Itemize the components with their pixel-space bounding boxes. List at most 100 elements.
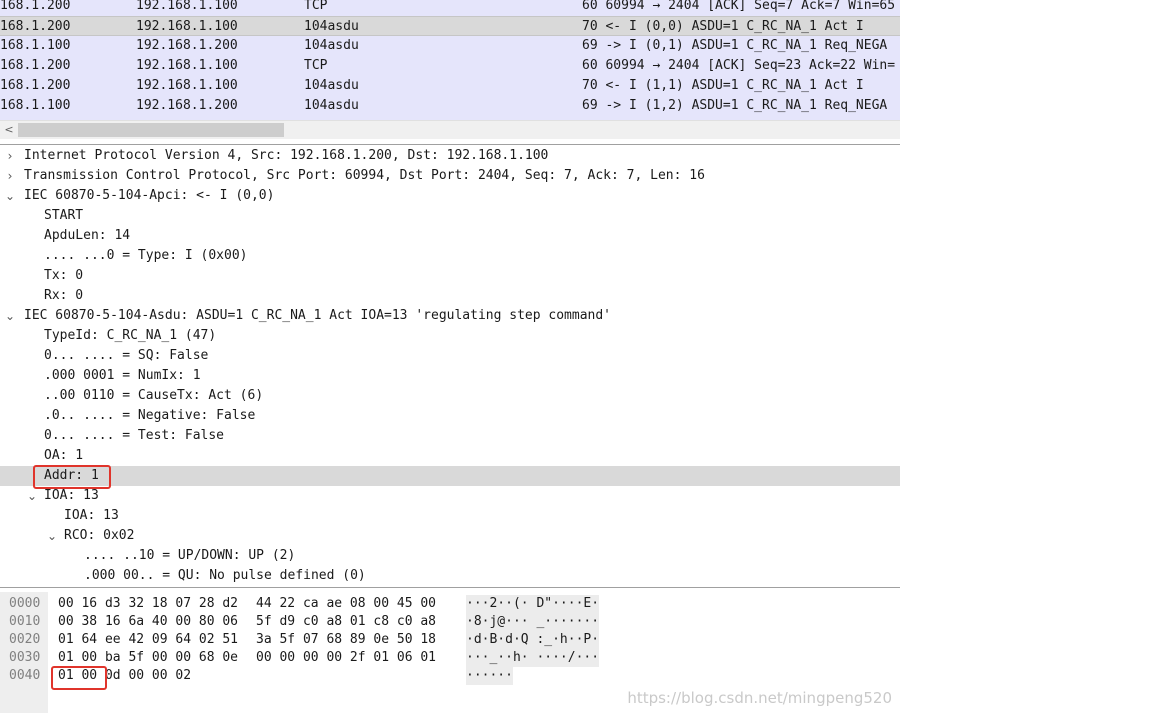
packet-row[interactable]: 168.1.100 192.168.1.200 104asdu 69 -> I … xyxy=(0,96,900,116)
byte-offset: 0000 xyxy=(9,596,41,611)
chevron-right-icon[interactable]: › xyxy=(4,166,16,186)
ascii-bytes: ······ xyxy=(466,667,513,685)
tree-row[interactable]: ApduLen: 14 xyxy=(0,226,900,246)
packet-info: 60 60994 → 2404 [ACK] Seq=23 Ack=22 Win= xyxy=(582,58,896,73)
chevron-down-icon[interactable]: ⌄ xyxy=(4,306,16,326)
scroll-left-arrow-icon[interactable]: < xyxy=(2,121,16,139)
packet-info: 69 -> I (1,2) ASDU=1 C_RC_NA_1 Req_NEGA xyxy=(582,98,888,113)
tree-row[interactable]: TypeId: C_RC_NA_1 (47) xyxy=(0,326,900,346)
scrollbar-thumb[interactable] xyxy=(18,123,284,137)
hex-bytes: 00 00 00 00 2f 01 06 01 xyxy=(256,650,437,665)
tree-row[interactable]: .... ...0 = Type: I (0x00) xyxy=(0,246,900,266)
tree-row[interactable]: ..00 0110 = CauseTx: Act (6) xyxy=(0,386,900,406)
packet-row[interactable]: 168.1.100 192.168.1.200 104asdu 69 -> I … xyxy=(0,36,900,56)
tree-row-addr-selected[interactable]: Addr: 1 xyxy=(0,466,900,486)
packet-list: 168.1.200 192.168.1.100 TCP 60 60994 → 2… xyxy=(0,0,900,120)
packet-destination: 192.168.1.100 xyxy=(136,0,238,13)
packet-protocol: TCP xyxy=(304,58,328,73)
packet-info: 70 <- I (1,1) ASDU=1 C_RC_NA_1 Act I xyxy=(582,78,864,93)
tree-row-label: .000 0001 = NumIx: 1 xyxy=(44,368,201,383)
hex-bytes: 3a 5f 07 68 89 0e 50 18 xyxy=(256,632,437,647)
packet-destination: 192.168.1.100 xyxy=(136,19,238,34)
packet-destination: 192.168.1.100 xyxy=(136,58,238,73)
tree-row-label: ..00 0110 = CauseTx: Act (6) xyxy=(44,388,264,403)
byte-offset: 0020 xyxy=(9,632,41,647)
tree-row[interactable]: .000 0001 = NumIx: 1 xyxy=(0,366,900,386)
tree-row-label: 0... .... = Test: False xyxy=(44,428,225,443)
tree-row[interactable]: IOA: 13 xyxy=(0,506,900,526)
tree-row[interactable]: 0... .... = Test: False xyxy=(0,426,900,446)
packet-info: 69 -> I (0,1) ASDU=1 C_RC_NA_1 Req_NEGA xyxy=(582,38,888,53)
chevron-right-icon[interactable]: › xyxy=(4,146,16,166)
horizontal-scrollbar[interactable]: < xyxy=(0,120,900,139)
tree-row[interactable]: .000 00.. = QU: No pulse defined (0) xyxy=(0,566,900,586)
chevron-down-icon[interactable]: ⌄ xyxy=(26,486,38,506)
tree-row[interactable]: .0.. .... = Negative: False xyxy=(0,406,900,426)
packet-destination: 192.168.1.100 xyxy=(136,78,238,93)
tree-row[interactable]: START xyxy=(0,206,900,226)
tree-row-asdu[interactable]: ⌄ IEC 60870-5-104-Asdu: ASDU=1 C_RC_NA_1… xyxy=(0,306,900,326)
packet-row[interactable]: 168.1.200 192.168.1.100 TCP 60 60994 → 2… xyxy=(0,0,900,16)
packet-source: 168.1.100 xyxy=(0,98,71,113)
tree-row-label: .... ..10 = UP/DOWN: UP (2) xyxy=(84,548,296,563)
hex-bytes: 00 38 16 6a 40 00 80 06 xyxy=(58,614,239,629)
watermark: https://blog.csdn.net/mingpeng520 xyxy=(627,689,892,707)
packet-protocol: 104asdu xyxy=(304,38,359,53)
ascii-bytes: ···2··(· D"····E· xyxy=(466,595,600,613)
packet-source: 168.1.200 xyxy=(0,58,71,73)
tree-row[interactable]: Tx: 0 xyxy=(0,266,900,286)
tree-row-ipv4[interactable]: › Internet Protocol Version 4, Src: 192.… xyxy=(0,146,900,166)
tree-row-label: IEC 60870-5-104-Asdu: ASDU=1 C_RC_NA_1 A… xyxy=(24,308,611,323)
annotation-box-addr xyxy=(33,465,111,489)
packet-details-tree: › Internet Protocol Version 4, Src: 192.… xyxy=(0,144,900,588)
tree-row-label: RCO: 0x02 xyxy=(64,528,135,543)
packet-destination: 192.168.1.200 xyxy=(136,98,238,113)
ascii-bytes: ···_··h· ····/··· xyxy=(466,649,600,667)
tree-row-label: IOA: 13 xyxy=(64,508,119,523)
tree-row-label: Transmission Control Protocol, Src Port:… xyxy=(24,168,705,183)
tree-row[interactable]: Rx: 0 xyxy=(0,286,900,306)
packet-source: 168.1.100 xyxy=(0,38,71,53)
tree-row-label: ApduLen: 14 xyxy=(44,228,131,243)
packet-destination: 192.168.1.200 xyxy=(136,38,238,53)
packet-protocol: 104asdu xyxy=(304,78,359,93)
tree-row-label: Tx: 0 xyxy=(44,268,84,283)
tree-row[interactable]: .... ..10 = UP/DOWN: UP (2) xyxy=(0,546,900,566)
packet-source: 168.1.200 xyxy=(0,19,71,34)
tree-row-label: Rx: 0 xyxy=(44,288,84,303)
tree-row-tcp[interactable]: › Transmission Control Protocol, Src Por… xyxy=(0,166,900,186)
packet-row[interactable]: 168.1.200 192.168.1.100 104asdu 70 <- I … xyxy=(0,76,900,96)
hex-bytes: 44 22 ca ae 08 00 45 00 xyxy=(256,596,437,611)
tree-row-label: TypeId: C_RC_NA_1 (47) xyxy=(44,328,217,343)
tree-row[interactable]: OA: 1 xyxy=(0,446,900,466)
tree-row[interactable]: 0... .... = SQ: False xyxy=(0,346,900,366)
hex-bytes: 01 64 ee 42 09 64 02 51 xyxy=(58,632,239,647)
tree-row-apci[interactable]: ⌄ IEC 60870-5-104-Apci: <- I (0,0) xyxy=(0,186,900,206)
hex-bytes: 01 00 ba 5f 00 00 68 0e xyxy=(58,650,239,665)
packet-info: 60 60994 → 2404 [ACK] Seq=7 Ack=7 Win=65 xyxy=(582,0,896,13)
packet-protocol: TCP xyxy=(304,0,328,13)
tree-row-label: .... ...0 = Type: I (0x00) xyxy=(44,248,248,263)
chevron-down-icon[interactable]: ⌄ xyxy=(4,186,16,206)
annotation-box-bytes xyxy=(51,666,107,690)
packet-info: 70 <- I (0,0) ASDU=1 C_RC_NA_1 Act I xyxy=(582,19,864,34)
tree-row-rco[interactable]: ⌄ RCO: 0x02 xyxy=(0,526,900,546)
packet-source: 168.1.200 xyxy=(0,0,71,13)
byte-offset: 0010 xyxy=(9,614,41,629)
chevron-down-icon[interactable]: ⌄ xyxy=(46,526,58,546)
byte-offset: 0030 xyxy=(9,650,41,665)
tree-row-label: IOA: 13 xyxy=(44,488,99,503)
tree-row-label: OA: 1 xyxy=(44,448,84,463)
packet-row-selected[interactable]: 168.1.200 192.168.1.100 104asdu 70 <- I … xyxy=(0,16,900,36)
tree-row-label: .0.. .... = Negative: False xyxy=(44,408,256,423)
tree-row-label: .000 00.. = QU: No pulse defined (0) xyxy=(84,568,366,583)
tree-row-ioa[interactable]: ⌄ IOA: 13 xyxy=(0,486,900,506)
packet-protocol: 104asdu xyxy=(304,19,359,34)
packet-source: 168.1.200 xyxy=(0,78,71,93)
ascii-bytes: ·8·j@··· _······· xyxy=(466,613,600,631)
packet-bytes-pane: 0000 00 16 d3 32 18 07 28 d2 44 22 ca ae… xyxy=(0,592,900,713)
ascii-bytes: ·d·B·d·Q :_·h··P· xyxy=(466,631,600,649)
hex-bytes: 00 16 d3 32 18 07 28 d2 xyxy=(58,596,239,611)
packet-row[interactable]: 168.1.200 192.168.1.100 TCP 60 60994 → 2… xyxy=(0,56,900,76)
hex-bytes: 5f d9 c0 a8 01 c8 c0 a8 xyxy=(256,614,437,629)
